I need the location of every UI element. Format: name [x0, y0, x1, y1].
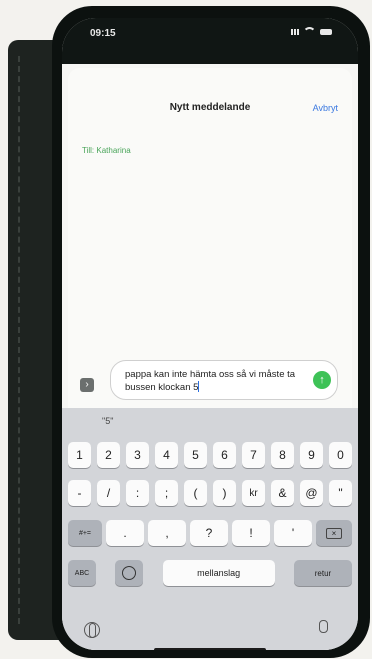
wifi-icon: [303, 27, 316, 36]
emoji-key[interactable]: [115, 560, 144, 586]
key-1[interactable]: 1: [68, 442, 91, 468]
recipient-name[interactable]: Katharina: [96, 146, 130, 155]
signal-icon: [291, 28, 299, 35]
status-time: 09:15: [90, 28, 116, 39]
abc-key[interactable]: ABC: [68, 560, 96, 586]
return-key[interactable]: retur: [293, 560, 352, 586]
recipient-field[interactable]: Till: Katharina: [82, 146, 131, 155]
send-button[interactable]: ↑: [313, 371, 331, 389]
compose-title: Nytt meddelande: [169, 102, 251, 113]
key-3[interactable]: 3: [126, 442, 149, 468]
status-icons: [291, 27, 332, 36]
number-row: 1 2 3 4 5 6 7 8 9 0: [68, 442, 352, 468]
key-6[interactable]: 6: [213, 442, 236, 468]
delete-icon: ×: [326, 527, 342, 539]
key-slash[interactable]: /: [97, 480, 120, 506]
key-at[interactable]: @: [300, 480, 323, 506]
key-question[interactable]: ?: [190, 520, 228, 546]
key-quote[interactable]: ": [329, 480, 352, 506]
keyboard-footer: [62, 616, 358, 646]
recipient-label: Till:: [82, 146, 95, 155]
key-kr[interactable]: kr: [242, 480, 265, 506]
more-symbols-key[interactable]: #+=: [68, 520, 102, 546]
key-8[interactable]: 8: [271, 442, 294, 468]
message-composer: › pappa kan inte hämta oss så vi måste t…: [62, 348, 358, 406]
key-ampersand[interactable]: &: [271, 480, 294, 506]
keyboard: "5" 1 2 3 4 5 6 7 8 9 0 - / : ; ( ) kr &…: [62, 408, 358, 650]
key-exclamation[interactable]: !: [232, 520, 270, 546]
key-period[interactable]: .: [106, 520, 144, 546]
message-text: pappa kan inte hämta oss så vi måste ta …: [125, 369, 296, 393]
key-7[interactable]: 7: [242, 442, 265, 468]
predictive-suggestion[interactable]: "5": [102, 416, 113, 426]
phone-screen: 09:15 Nytt meddelande Avbryt Till: Katha…: [62, 18, 358, 650]
text-cursor: [198, 381, 200, 392]
key-5[interactable]: 5: [184, 442, 207, 468]
space-key[interactable]: mellanslag: [162, 560, 275, 586]
key-comma[interactable]: ,: [148, 520, 186, 546]
delete-key[interactable]: ×: [316, 520, 352, 546]
symbol-row: - / : ; ( ) kr & @ ": [68, 480, 352, 506]
apps-button[interactable]: ›: [80, 378, 94, 392]
key-4[interactable]: 4: [155, 442, 178, 468]
key-apostrophe[interactable]: ': [274, 520, 312, 546]
globe-icon[interactable]: [84, 622, 100, 638]
punctuation-row: #+= . , ? ! ' ×: [68, 520, 352, 546]
microphone-icon[interactable]: [319, 620, 328, 633]
emoji-icon: [122, 566, 137, 580]
battery-icon: [320, 28, 332, 35]
key-2[interactable]: 2: [97, 442, 120, 468]
bottom-key-row: ABC mellanslag retur: [68, 560, 352, 586]
key-9[interactable]: 9: [300, 442, 323, 468]
cancel-button[interactable]: Avbryt: [313, 103, 338, 113]
home-indicator[interactable]: [154, 648, 266, 650]
key-semicolon[interactable]: ;: [155, 480, 178, 506]
message-input[interactable]: pappa kan inte hämta oss så vi måste ta …: [110, 360, 338, 400]
status-bar: 09:15: [62, 18, 358, 64]
key-close-paren[interactable]: ): [213, 480, 236, 506]
key-dash[interactable]: -: [68, 480, 91, 506]
key-colon[interactable]: :: [126, 480, 149, 506]
key-open-paren[interactable]: (: [184, 480, 207, 506]
case-stitching: [18, 56, 26, 624]
key-0[interactable]: 0: [329, 442, 352, 468]
